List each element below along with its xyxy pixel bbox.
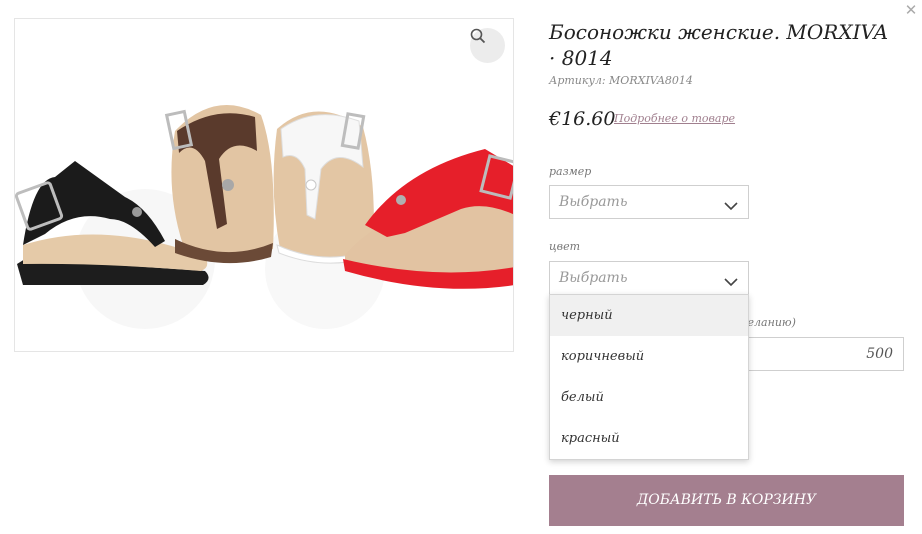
size-label: размер [549, 165, 592, 178]
color-label: цвет [549, 240, 581, 253]
close-icon[interactable]: ✕ [903, 2, 919, 18]
color-select[interactable]: Выбрать [549, 261, 749, 295]
color-option-brown[interactable]: коричневый [550, 336, 748, 377]
product-details-link[interactable]: Подробнее о товаре [614, 112, 735, 125]
product-title: Босоножки женские. MORXIVA · 8014 [549, 20, 889, 70]
sandals-photo [15, 105, 513, 329]
product-price: €16.60 [549, 108, 616, 130]
brown-sandal [164, 105, 274, 264]
color-select-value: Выбрать [559, 270, 628, 286]
color-option-black[interactable]: черный [550, 295, 748, 336]
add-to-cart-button[interactable]: ДОБАВИТЬ В КОРЗИНУ [549, 475, 904, 526]
chevron-down-icon [724, 196, 738, 215]
zoom-icon[interactable] [470, 28, 505, 63]
product-image [14, 18, 514, 352]
size-select-value: Выбрать [559, 194, 628, 210]
product-sku: Артикул: MORXIVA8014 [549, 74, 693, 87]
chevron-down-icon [724, 272, 738, 291]
white-sandal [273, 111, 374, 264]
color-option-white[interactable]: белый [550, 377, 748, 418]
color-option-red[interactable]: красный [550, 418, 748, 459]
color-dropdown: черный коричневый белый красный [549, 294, 749, 460]
size-select[interactable]: Выбрать [549, 185, 749, 219]
